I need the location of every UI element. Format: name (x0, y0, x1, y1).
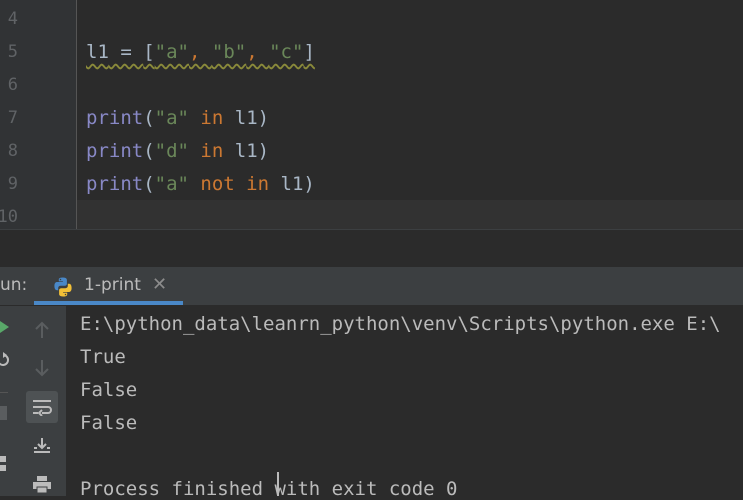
code-editor[interactable]: 4 5 6 7 8 9 10 l1 = ["a", "b", "c"] prin… (0, 0, 743, 229)
string-token: "a" (154, 173, 189, 195)
code-token: l1 (234, 140, 258, 162)
line-number: 10 (0, 207, 18, 227)
console-line: False (80, 379, 138, 401)
run-label: un: (0, 275, 28, 295)
close-icon[interactable]: ✕ (152, 274, 167, 295)
down-arrow-icon[interactable] (26, 352, 58, 384)
code-token: ) (257, 107, 270, 129)
line-number-gutter: 4 5 6 7 8 9 10 (0, 0, 77, 229)
run-console-output[interactable]: E:\python_data\leanrn_python\venv\Script… (67, 306, 743, 496)
code-line-5[interactable]: l1 = ["a", "b", "c"] (86, 36, 315, 69)
string-token: "c" (269, 41, 304, 63)
up-arrow-icon[interactable] (26, 314, 58, 346)
scroll-to-end-icon[interactable] (26, 430, 58, 462)
run-tab-1-print[interactable]: 1-print ✕ (34, 267, 183, 305)
code-token: l1 (86, 41, 109, 63)
console-line: False (80, 412, 138, 434)
code-line-8[interactable]: print("d" in l1) (86, 135, 269, 168)
line-number: 9 (7, 174, 18, 194)
keyword-token: not in (188, 173, 281, 195)
console-line: True (80, 346, 126, 368)
console-toolbar (18, 306, 67, 496)
code-token: ) (257, 140, 270, 162)
keyword-token: in (188, 140, 235, 162)
code-line-7[interactable]: print("a" in l1) (86, 102, 269, 135)
active-tab-indicator (34, 301, 183, 305)
code-token: [ (143, 41, 155, 63)
separator (0, 392, 8, 393)
line-number: 6 (7, 75, 18, 95)
current-line-highlight (77, 200, 743, 229)
code-token: ] (303, 41, 315, 63)
string-token: "a" (154, 107, 189, 129)
soft-wrap-icon[interactable] (26, 391, 58, 423)
code-token: , (189, 41, 212, 63)
line-number: 4 (7, 9, 18, 29)
run-tab-label: 1-print (84, 275, 141, 295)
code-token: ( (143, 140, 155, 162)
console-line: E:\python_data\leanrn_python\venv\Script… (80, 313, 721, 335)
text-caret (277, 472, 279, 496)
line-number: 7 (7, 108, 18, 128)
code-token: ) (303, 173, 315, 195)
string-token: "b" (211, 41, 247, 63)
stop-icon[interactable] (0, 406, 8, 420)
code-token: ( (143, 107, 155, 129)
run-actions-strip (0, 306, 18, 496)
builtin-token: print (86, 140, 144, 162)
play-icon[interactable] (0, 320, 10, 334)
keyword-token: in (188, 107, 235, 129)
console-line: Process finished with exit code 0 (80, 478, 458, 496)
line-number: 5 (7, 42, 18, 62)
string-token: "a" (154, 41, 189, 63)
code-line-9[interactable]: print("a" not in l1) (86, 168, 315, 201)
code-token: l1 (280, 173, 304, 195)
builtin-token: print (86, 107, 144, 129)
string-token: "d" (154, 140, 189, 162)
python-icon (54, 277, 72, 297)
layout-icon[interactable] (0, 456, 8, 472)
code-token: = (108, 41, 144, 63)
code-token: , (246, 41, 270, 63)
builtin-token: print (86, 173, 144, 195)
rerun-icon[interactable] (0, 352, 10, 368)
panel-divider[interactable] (0, 229, 743, 268)
code-token: ( (143, 173, 155, 195)
line-number: 8 (7, 141, 18, 161)
print-icon[interactable] (26, 468, 58, 500)
code-token: l1 (234, 107, 258, 129)
run-tool-window-header: un: 1-print ✕ (0, 267, 743, 306)
